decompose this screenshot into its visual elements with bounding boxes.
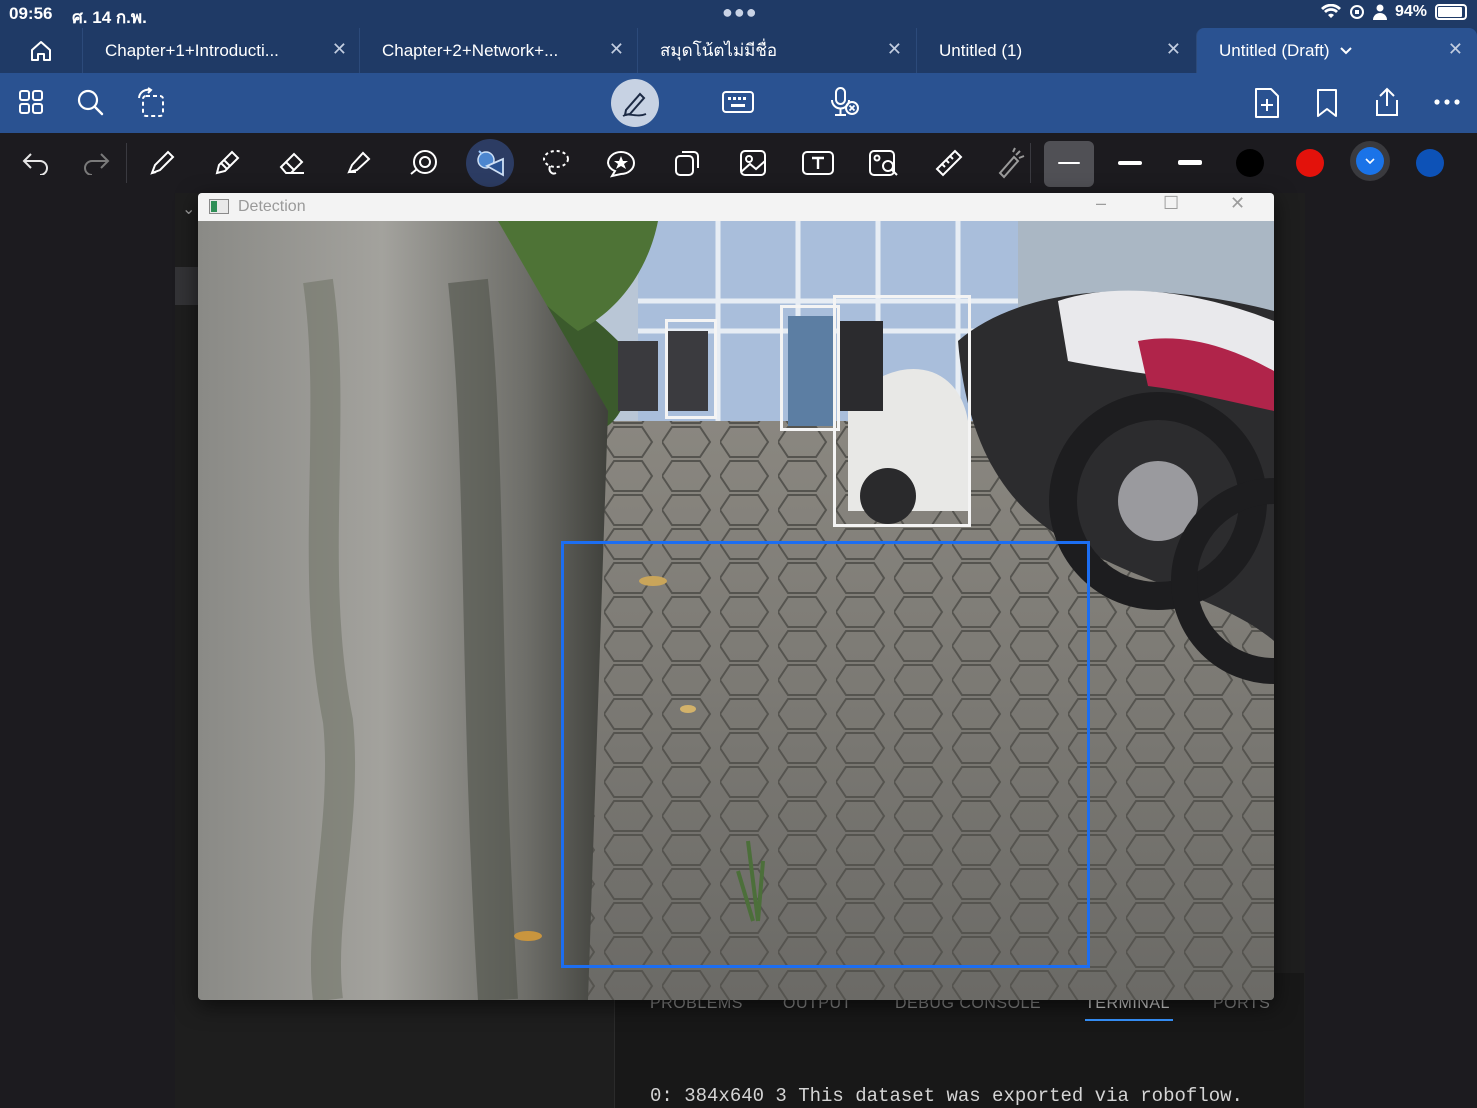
pen-mode-icon xyxy=(622,92,647,117)
tool-toolbar xyxy=(0,133,1477,193)
stroke-medium-button[interactable] xyxy=(1118,161,1142,165)
wifi-icon xyxy=(1320,4,1341,18)
divider xyxy=(1030,143,1031,183)
bookmark-icon[interactable] xyxy=(1312,87,1342,119)
chevron-down-icon[interactable] xyxy=(1339,46,1352,55)
maximize-button[interactable]: ☐ xyxy=(1163,193,1179,214)
grid-icon[interactable] xyxy=(16,87,46,117)
close-icon[interactable]: ✕ xyxy=(1448,39,1463,60)
close-icon[interactable]: ✕ xyxy=(609,39,624,60)
app-icon xyxy=(209,199,229,214)
lasso-rotate-icon[interactable] xyxy=(135,86,169,120)
active-tab-indicator xyxy=(1085,1019,1173,1021)
shapes-icon[interactable] xyxy=(466,139,514,187)
tab-label: Untitled (Draft) xyxy=(1219,40,1330,60)
chevron-down-icon[interactable]: ⌄ xyxy=(182,199,195,219)
tab-label: Chapter+1+Introducti... xyxy=(105,40,279,60)
stroke-thin-icon xyxy=(1058,162,1080,164)
color-swatch-red[interactable] xyxy=(1296,149,1324,177)
more-icon[interactable] xyxy=(1432,87,1462,117)
detection-box xyxy=(780,305,840,431)
tab-label: Untitled (1) xyxy=(939,40,1023,60)
text-icon[interactable] xyxy=(794,139,842,187)
tab-label: Chapter+2+Network+... xyxy=(382,40,559,60)
close-button[interactable]: ✕ xyxy=(1230,193,1245,214)
window-titlebar[interactable]: Detection – ☐ ✕ xyxy=(198,193,1274,221)
share-icon[interactable] xyxy=(1371,85,1403,119)
color-swatch-dark-blue[interactable] xyxy=(1416,149,1444,177)
battery-icon xyxy=(1435,4,1467,20)
chevron-down-icon xyxy=(1356,147,1384,175)
camera-frame xyxy=(198,221,1274,1000)
close-icon[interactable]: ✕ xyxy=(332,39,347,60)
pencil-icon[interactable] xyxy=(203,139,251,187)
tab-chapter1[interactable]: Chapter+1+Introducti... ✕ xyxy=(82,28,361,73)
add-page-icon[interactable] xyxy=(1252,86,1282,120)
terminal-output-line: 0: 384x640 3 This dataset was exported v… xyxy=(650,1085,1243,1107)
ruler-icon[interactable] xyxy=(925,139,973,187)
mic-icon[interactable] xyxy=(828,85,860,119)
pen-mode-button[interactable] xyxy=(611,79,659,127)
divider xyxy=(126,143,127,183)
detection-box xyxy=(833,295,971,527)
date: ศ. 14 ก.พ. xyxy=(72,8,147,27)
status-icons: 94% xyxy=(1320,3,1467,21)
search-icon[interactable] xyxy=(75,87,105,117)
rotation-lock-icon xyxy=(1349,5,1364,19)
copy-icon[interactable] xyxy=(663,139,711,187)
tab-chapter2[interactable]: Chapter+2+Network+... ✕ xyxy=(359,28,638,73)
highlighter-icon[interactable] xyxy=(334,139,382,187)
pen-icon[interactable] xyxy=(138,139,186,187)
tab-untitled-notebook[interactable]: สมุดโน้ตไม่มีชื่อ ✕ xyxy=(637,28,916,73)
tab-label: สมุดโน้ตไม่มีชื่อ xyxy=(660,41,778,60)
laser-icon[interactable] xyxy=(986,139,1034,187)
lasso-icon[interactable] xyxy=(532,139,580,187)
redo-icon[interactable] xyxy=(72,139,120,187)
tab-untitled-1[interactable]: Untitled (1) ✕ xyxy=(916,28,1195,73)
tab-bar: Chapter+1+Introducti... ✕ Chapter+2+Netw… xyxy=(0,28,1477,73)
clock: 09:56 xyxy=(9,4,53,23)
editor-gutter xyxy=(175,267,199,305)
color-swatch-black[interactable] xyxy=(1236,149,1264,177)
sticker-icon[interactable] xyxy=(597,139,645,187)
eraser-icon[interactable] xyxy=(268,139,316,187)
close-icon[interactable]: ✕ xyxy=(1166,39,1181,60)
home-button[interactable] xyxy=(0,28,82,73)
home-icon xyxy=(31,40,51,61)
close-icon[interactable]: ✕ xyxy=(887,39,902,60)
window-title: Detection xyxy=(238,198,306,215)
undo-icon[interactable] xyxy=(12,139,60,187)
multitask-dots-icon[interactable]: ●●● xyxy=(722,2,758,23)
color-swatch-selected[interactable] xyxy=(1350,141,1390,181)
image-icon[interactable] xyxy=(729,139,777,187)
person-icon xyxy=(1372,4,1387,20)
detection-window[interactable]: Detection – ☐ ✕ xyxy=(198,193,1274,1000)
battery-percent: 94% xyxy=(1394,3,1427,20)
stroke-thin-button[interactable] xyxy=(1044,141,1094,187)
minimize-button[interactable]: – xyxy=(1096,193,1106,214)
spiral-icon[interactable] xyxy=(400,139,448,187)
detection-box-highlighted xyxy=(561,541,1090,968)
image-search-icon[interactable] xyxy=(860,139,908,187)
tab-untitled-draft[interactable]: Untitled (Draft) ✕ xyxy=(1196,28,1477,73)
top-toolbar xyxy=(0,73,1477,133)
status-bar: 09:56 ศ. 14 ก.พ. ●●● 94% xyxy=(0,0,1477,28)
stroke-thick-button[interactable] xyxy=(1178,160,1202,165)
detection-box xyxy=(665,319,717,419)
keyboard-icon[interactable] xyxy=(720,87,756,117)
